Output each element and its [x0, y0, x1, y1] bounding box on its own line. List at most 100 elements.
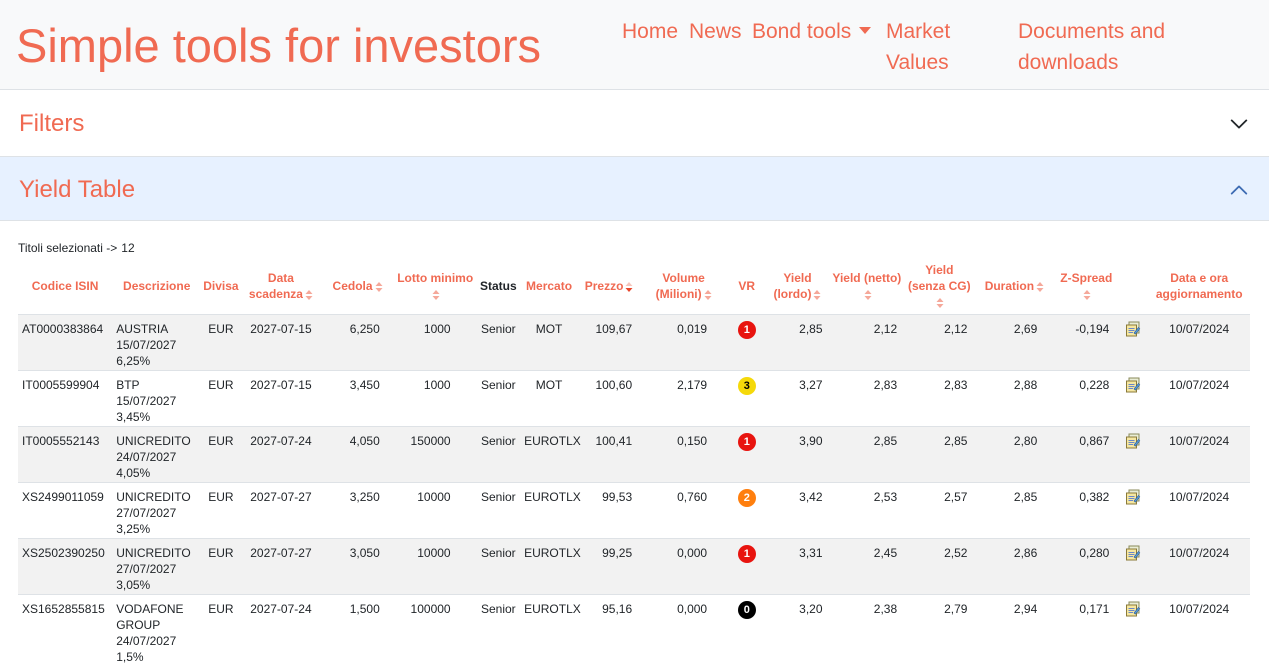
cell-scadenza: 2027-07-24 [240, 426, 322, 483]
document-icon[interactable] [1125, 433, 1141, 449]
header-yield-lordo[interactable]: Yield (lordo) [766, 258, 829, 315]
nav-documents-link[interactable]: Documents and downloads [1018, 16, 1178, 78]
sort-icon [1036, 281, 1044, 292]
document-icon[interactable] [1125, 377, 1141, 393]
header-volume[interactable]: Volume (Milioni) [640, 258, 728, 315]
cell-lotto: 100000 [410, 601, 451, 616]
cell-docs[interactable] [1117, 538, 1149, 595]
header-mercato[interactable]: Mercato [520, 258, 579, 315]
cell-prezzo: 99,53 [578, 482, 641, 539]
cell-zspread: -0,194 [1055, 314, 1118, 371]
cell-duration: 2,69 [973, 314, 1056, 371]
cell-yield-netto: 2,38 [873, 601, 898, 616]
cell-status: Senior [480, 601, 516, 616]
navbar: Simple tools for investors Home News Bon… [0, 0, 1269, 90]
cell-docs[interactable] [1117, 314, 1149, 371]
header-vr[interactable]: VR [727, 258, 767, 315]
header-scadenza[interactable]: Data scadenza [240, 258, 322, 315]
header-yield-netto[interactable]: Yield (netto) [828, 258, 906, 315]
cell-cedola: 4,050 [321, 426, 394, 483]
cell-aggiornamento: 10/07/2024 [1148, 538, 1250, 595]
header-yield-netto-label: Yield (netto) [832, 270, 902, 285]
cell-lotto: 1000 [393, 370, 477, 427]
table-row[interactable]: AT0000383864 AUSTRIA 15/07/2027 6,25% EUR 2… [18, 314, 1250, 371]
cell-yield-senza-cg: 2,85 [905, 426, 974, 483]
header-duration[interactable]: Duration [973, 258, 1056, 315]
header-yield-lordo-label: Yield (lordo) [773, 270, 812, 301]
header-cedola-label: Cedola [332, 278, 373, 293]
sort-icon [305, 289, 313, 300]
cell-descrizione: UNICREDITO 27/07/2027 3,25% [112, 482, 202, 539]
table-row[interactable]: XS1652855815 VODAFONE GROUP 24/07/2027 1,… [18, 594, 1250, 665]
header-lotto[interactable]: Lotto minimo [393, 258, 477, 315]
table-row[interactable]: IT0005599904 BTP 15/07/2027 3,45% EUR 2027-… [18, 370, 1250, 427]
header-descrizione[interactable]: Descrizione [112, 258, 202, 315]
header-docs [1117, 258, 1149, 315]
yield-table-accordion-header[interactable]: Yield Table [0, 157, 1269, 221]
cell-mercato: MOT [520, 314, 579, 371]
header-isin-label: Codice ISIN [31, 278, 99, 293]
yield-data-table: Codice ISIN Descrizione Divisa Data scad… [18, 258, 1250, 665]
header-zspread[interactable]: Z-Spread [1055, 258, 1118, 315]
vr-badge: 0 [737, 600, 756, 619]
cell-vr: 2 [727, 482, 767, 539]
cell-status: Senior [476, 314, 521, 371]
cell-yield-netto: 2,12 [828, 314, 906, 371]
header-yield-senza-cg-label: Yield (senza CG) [907, 262, 971, 293]
header-yield-senza-cg[interactable]: Yield (senza CG) [905, 258, 974, 315]
brand-title[interactable]: Simple tools for investors [16, 18, 541, 74]
vr-badge: 2 [737, 488, 756, 507]
header-status[interactable]: Status [476, 258, 521, 315]
table-row[interactable]: XS2502390250 UNICREDITO 27/07/2027 3,05% E… [18, 538, 1250, 595]
cell-prezzo: 99,25 [578, 538, 641, 595]
cell-isin: XS2502390250 [18, 538, 113, 595]
cell-divisa: EUR [208, 601, 234, 616]
cell-descrizione: AUSTRIA 15/07/2027 6,25% [112, 314, 202, 371]
filters-accordion-header[interactable]: Filters [0, 91, 1269, 157]
cell-docs[interactable] [1117, 482, 1149, 539]
cell-zspread: 0,280 [1055, 538, 1118, 595]
nav-bond-tools-dropdown[interactable]: Bond tools [752, 16, 872, 47]
document-icon[interactable] [1125, 601, 1141, 617]
cell-divisa: EUR [201, 426, 241, 483]
document-icon[interactable] [1125, 489, 1141, 505]
table-row[interactable]: XS2499011059 UNICREDITO 27/07/2027 3,25% E… [18, 482, 1250, 539]
header-cedola[interactable]: Cedola [321, 258, 394, 315]
header-divisa[interactable]: Divisa [201, 258, 241, 315]
document-icon[interactable] [1125, 545, 1141, 561]
cell-volume: 2,179 [640, 370, 728, 427]
nav-home-link[interactable]: Home [622, 16, 678, 47]
cell-docs[interactable] [1117, 426, 1149, 483]
nav-market-values-link[interactable]: Market Values [886, 16, 976, 78]
cell-scadenza: 2027-07-15 [240, 370, 322, 427]
cell-vr: 1 [727, 538, 767, 595]
nav-news-link[interactable]: News [689, 16, 742, 47]
cell-vr: 1 [727, 426, 767, 483]
header-descrizione-label: Descrizione [123, 278, 191, 293]
cell-duration: 2,85 [973, 482, 1056, 539]
cell-docs[interactable] [1117, 594, 1148, 665]
header-prezzo[interactable]: Prezzo [578, 258, 641, 315]
table-row[interactable]: IT0005552143 UNICREDITO 24/07/2027 4,05% E… [18, 426, 1250, 483]
header-aggiornamento-label: Data e ora aggiornamento [1155, 270, 1243, 301]
selected-count-value: 12 [121, 241, 135, 255]
cell-zspread: 0,867 [1055, 426, 1118, 483]
cell-status: Senior [476, 370, 521, 427]
cell-aggiornamento: 10/07/2024 [1169, 601, 1230, 616]
document-icon[interactable] [1125, 321, 1141, 337]
sort-icon [864, 289, 872, 300]
cell-docs[interactable] [1117, 370, 1149, 427]
header-isin[interactable]: Codice ISIN [18, 258, 113, 315]
cell-prezzo: 100,41 [578, 426, 641, 483]
cell-mercato: EUROTLX [520, 426, 581, 483]
cell-cedola: 1,500 [349, 601, 380, 616]
cell-divisa: EUR [201, 370, 241, 427]
cell-lotto: 10000 [393, 538, 477, 595]
cell-prezzo: 100,60 [578, 370, 641, 427]
sort-icon [813, 289, 821, 300]
header-aggiornamento[interactable]: Data e ora aggiornamento [1148, 258, 1250, 315]
header-status-label: Status [479, 278, 517, 293]
cell-lotto: 1000 [393, 314, 477, 371]
cell-volume: 0,000 [640, 538, 728, 595]
cell-yield-senza-cg: 2,57 [905, 482, 974, 539]
